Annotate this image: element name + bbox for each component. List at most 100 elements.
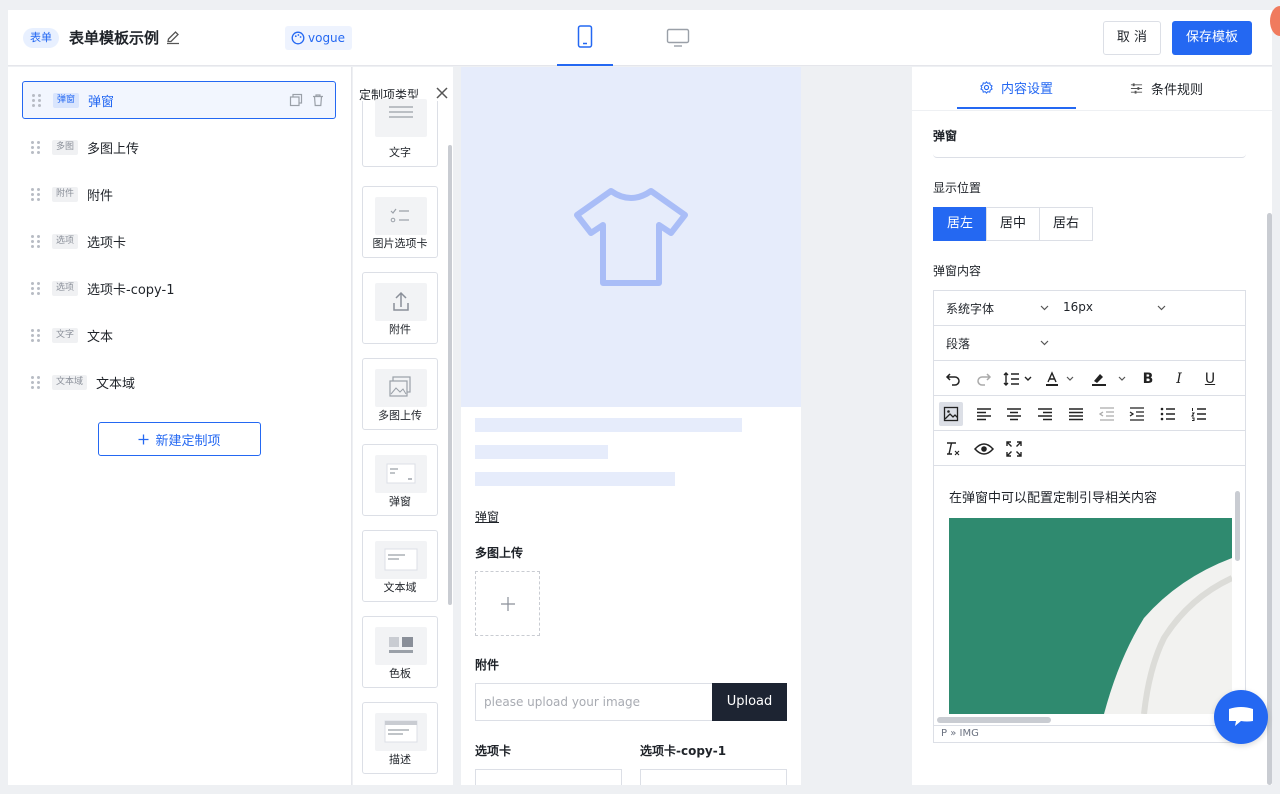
type-card-multi-image[interactable]: 多图上传 [362,358,438,430]
type-card-popup[interactable]: 弹窗 [362,444,438,516]
image-upload-box[interactable] [475,571,540,636]
align-center-icon[interactable] [1002,402,1026,426]
block-format-select[interactable]: 段落 [946,335,970,352]
item-type-tag: 文字 [52,327,79,343]
bullet-list-icon[interactable] [1156,402,1180,426]
editor-vertical-scrollbar[interactable] [1235,491,1240,561]
type-label: 文字 [389,146,411,159]
list-item[interactable]: 文字 文本 [22,316,336,354]
drag-handle-icon[interactable] [31,375,41,389]
type-card-attachment[interactable]: 附件 [362,272,438,344]
page-title: 表单模板示例 [69,29,160,47]
close-icon[interactable] [435,86,449,100]
chevron-down-icon [1157,305,1166,311]
redo-icon[interactable] [972,367,996,391]
align-left-icon[interactable] [972,402,996,426]
line-height-icon[interactable] [1002,367,1036,391]
outdent-icon[interactable] [1095,402,1119,426]
type-card-swatch[interactable]: 色板 [362,616,438,688]
images-type-icon [375,369,427,407]
upload-input[interactable]: please upload your image [475,683,713,721]
edit-title-icon[interactable] [165,29,181,45]
position-right-option[interactable]: 居右 [1039,207,1093,241]
content-label: 弹窗内容 [933,264,982,278]
highlight-color-icon[interactable] [1090,367,1130,391]
list-item[interactable]: 附件 附件 [22,175,336,213]
rich-text-editor: 系统字体 16px 段落 B I U 在弹窗中可以配置定制引导相关内容 P » … [933,290,1246,743]
attachment-label: 附件 [475,658,500,672]
align-justify-icon[interactable] [1064,402,1088,426]
editor-text[interactable]: 在弹窗中可以配置定制引导相关内容 [949,487,1157,506]
insert-image-icon[interactable] [939,402,963,426]
settings-panel: 内容设置 条件规则 弹窗 显示位置 居左 居中 居右 弹窗内容 系统字体 16p… [912,67,1272,785]
cancel-button[interactable]: 取 消 [1103,21,1161,55]
type-card-image-tabs[interactable]: 图片选项卡 [362,186,438,258]
text-color-icon[interactable] [1044,367,1078,391]
type-card-textarea[interactable]: 文本域 [362,530,438,602]
type-label: 文本域 [383,581,417,594]
item-type-tag: 多图 [52,139,79,155]
indent-icon[interactable] [1125,402,1149,426]
delete-icon[interactable] [311,93,325,107]
bold-icon[interactable]: B [1136,367,1160,391]
field-name-input[interactable] [933,153,1246,158]
settings-scrollbar[interactable] [1267,213,1272,785]
type-card-description[interactable]: 描述 [362,702,438,774]
editor-embedded-image[interactable] [949,518,1232,714]
gear-icon [980,80,993,94]
tab-a-label: 选项卡 [475,744,512,758]
skeleton-line [475,418,742,432]
align-right-icon[interactable] [1033,402,1057,426]
textarea-type-icon [375,541,427,579]
tab-label: 内容设置 [1000,81,1053,97]
sliders-icon [1130,82,1143,94]
type-label: 弹窗 [389,495,411,508]
save-template-button[interactable]: 保存模板 [1172,21,1252,55]
desktop-preview-tab[interactable] [650,10,706,66]
mobile-preview-tab[interactable] [557,10,613,66]
position-left-option[interactable]: 居左 [933,207,987,241]
preview-eye-icon[interactable] [972,437,996,461]
list-item[interactable]: 选项 选项卡-copy-1 [22,269,336,307]
chat-icon [1229,707,1253,726]
drag-handle-icon[interactable] [31,187,41,201]
popup-type-icon [375,455,427,493]
undo-icon[interactable] [941,367,965,391]
list-item[interactable]: 文本域 文本域 [22,363,336,401]
drag-handle-icon[interactable] [31,328,41,342]
new-custom-item-button[interactable]: 新建定制项 [98,422,261,456]
tab-b-option[interactable] [640,769,787,785]
clear-format-icon[interactable] [941,437,965,461]
font-size-select[interactable]: 16px [1063,300,1093,314]
drag-handle-icon[interactable] [31,234,41,248]
copy-icon[interactable] [289,93,303,107]
item-label: 多图上传 [87,141,140,157]
editor-horizontal-scrollbar[interactable] [937,717,1051,723]
item-type-tag: 文本域 [52,374,88,390]
underline-icon[interactable]: U [1198,367,1222,391]
types-scrollbar[interactable] [448,145,452,605]
chat-support-button[interactable] [1214,690,1268,744]
theme-selector[interactable]: vogue [285,26,353,50]
drag-handle-icon[interactable] [31,140,41,154]
tab-condition-rules[interactable]: 条件规则 [1130,67,1203,109]
numbered-list-icon[interactable] [1187,402,1211,426]
description-type-icon [375,713,427,751]
list-item[interactable]: 多图 多图上传 [22,128,336,166]
tab-a-option[interactable] [475,769,622,785]
list-item[interactable]: 选项 选项卡 [22,222,336,260]
italic-icon[interactable]: I [1167,367,1191,391]
position-center-option[interactable]: 居中 [986,207,1040,241]
multi-upload-label: 多图上传 [475,546,524,560]
font-family-select[interactable]: 系统字体 [946,300,994,317]
type-card-text[interactable]: 文字 [362,99,438,167]
tab-content-settings[interactable]: 内容设置 [957,67,1076,109]
drag-handle-icon[interactable] [31,281,41,295]
list-item[interactable]: 弹窗 弹窗 [22,81,336,119]
item-type-tag: 选项 [52,280,79,296]
fullscreen-icon[interactable] [1002,437,1026,461]
upload-button[interactable]: Upload [712,683,787,721]
popup-link[interactable]: 弹窗 [475,508,499,525]
drag-handle-icon[interactable] [32,93,42,107]
plus-icon [138,434,149,444]
